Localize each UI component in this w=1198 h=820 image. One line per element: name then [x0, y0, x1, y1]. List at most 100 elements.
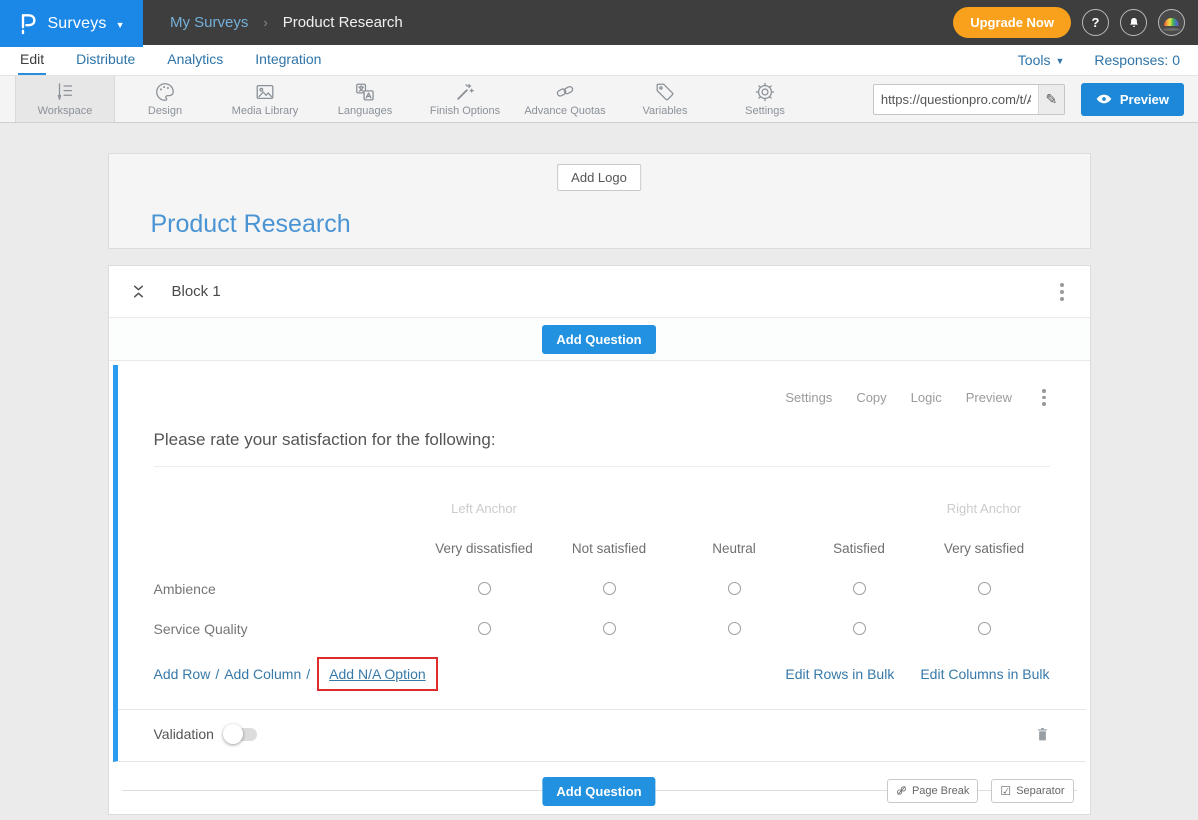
edit-url-pencil-icon[interactable]: ✎ — [1038, 85, 1064, 114]
radio-button[interactable] — [603, 582, 616, 595]
media-image-icon — [254, 81, 276, 103]
radio-button[interactable] — [478, 622, 491, 635]
tag-icon — [654, 81, 676, 103]
toolbar-item-settings[interactable]: Settings — [715, 76, 815, 122]
block-menu-kebab-icon[interactable] — [1056, 279, 1068, 305]
chevron-down-icon: ▼ — [116, 20, 125, 30]
question-logic-link[interactable]: Logic — [911, 390, 942, 405]
question-menu-kebab-icon[interactable] — [1038, 385, 1050, 410]
add-row-link[interactable]: Add Row — [154, 666, 211, 682]
matrix-row-ambience: Ambience — [154, 569, 1050, 609]
block-header: Block 1 — [109, 266, 1090, 318]
separator-button[interactable]: ☑ Separator — [991, 779, 1073, 803]
editor-toolbar: Workspace Design Media Library Languages — [0, 76, 1198, 123]
radio-button[interactable] — [978, 582, 991, 595]
breadcrumb: My Surveys › Product Research — [170, 14, 403, 31]
row-label[interactable]: Ambience — [154, 581, 422, 597]
product-name: Surveys — [47, 15, 106, 33]
question-copy-link[interactable]: Copy — [856, 390, 886, 405]
magic-wand-icon — [454, 81, 476, 103]
design-palette-icon — [154, 81, 176, 103]
add-question-button-top[interactable]: Add Question — [542, 325, 655, 354]
survey-title[interactable]: Product Research — [151, 210, 351, 239]
column-header[interactable]: Very satisfied — [922, 541, 1047, 556]
block-card: Block 1 Add Question Settings Copy Logic… — [108, 265, 1091, 815]
toolbar-item-design[interactable]: Design — [115, 76, 215, 122]
block-title: Block 1 — [172, 283, 221, 300]
gear-icon — [754, 81, 776, 103]
workspace-icon — [54, 81, 76, 103]
question-preview-link[interactable]: Preview — [966, 390, 1012, 405]
preview-button[interactable]: Preview — [1081, 83, 1184, 116]
radio-button[interactable] — [603, 622, 616, 635]
chevron-down-icon: ▼ — [1055, 56, 1064, 66]
column-header[interactable]: Neutral — [672, 541, 797, 556]
edit-rows-in-bulk-link[interactable]: Edit Rows in Bulk — [785, 666, 894, 682]
delete-question-trash-icon[interactable] — [1035, 726, 1050, 743]
top-bar: Surveys ▼ My Surveys › Product Research … — [0, 0, 1198, 45]
add-logo-button[interactable]: Add Logo — [557, 164, 641, 191]
tab-edit[interactable]: Edit — [18, 45, 46, 75]
radio-button[interactable] — [978, 622, 991, 635]
add-na-option-link[interactable]: Add N/A Option — [329, 666, 426, 682]
column-header[interactable]: Not satisfied — [547, 541, 672, 556]
responses-count: Responses: 0 — [1094, 52, 1180, 68]
toolbar-item-advance-quotas[interactable]: Advance Quotas — [515, 76, 615, 122]
survey-url-input[interactable] — [874, 85, 1038, 114]
brand-menu[interactable]: Surveys ▼ — [0, 0, 143, 47]
toolbar-item-workspace[interactable]: Workspace — [15, 76, 115, 122]
toolbar-item-finish-options[interactable]: Finish Options — [415, 76, 515, 122]
column-header[interactable]: Satisfied — [797, 541, 922, 556]
page-break-icon — [896, 785, 907, 796]
tab-analytics[interactable]: Analytics — [165, 45, 225, 75]
validation-label: Validation — [154, 726, 214, 742]
edit-columns-in-bulk-link[interactable]: Edit Columns in Bulk — [920, 666, 1049, 682]
row-label[interactable]: Service Quality — [154, 621, 422, 637]
radio-button[interactable] — [853, 622, 866, 635]
toolbar-item-media-library[interactable]: Media Library — [215, 76, 315, 122]
right-anchor-placeholder[interactable]: Right Anchor — [922, 501, 1047, 516]
page-break-button[interactable]: Page Break — [887, 779, 978, 803]
upgrade-now-button[interactable]: Upgrade Now — [953, 7, 1071, 38]
annotation-red-box: Add N/A Option — [317, 657, 438, 691]
validation-toggle[interactable] — [226, 728, 257, 741]
collapse-block-icon[interactable] — [131, 283, 146, 300]
add-question-button-bottom[interactable]: Add Question — [542, 777, 655, 806]
radio-button[interactable] — [853, 582, 866, 595]
column-header[interactable]: Very dissatisfied — [422, 541, 547, 556]
tab-integration[interactable]: Integration — [253, 45, 323, 75]
bell-icon — [1127, 16, 1141, 30]
notifications-button[interactable] — [1120, 9, 1147, 36]
radio-button[interactable] — [728, 582, 741, 595]
radio-button[interactable] — [478, 582, 491, 595]
matrix-edit-links: Add Row / Add Column / Add N/A Option Ed… — [154, 657, 1050, 691]
question-settings-link[interactable]: Settings — [785, 390, 832, 405]
languages-translate-icon — [354, 81, 376, 103]
add-column-link[interactable]: Add Column — [224, 666, 301, 682]
left-anchor-placeholder[interactable]: Left Anchor — [422, 501, 547, 516]
question-card: Settings Copy Logic Preview Please rate … — [113, 365, 1086, 762]
avatar-image — [1164, 18, 1179, 26]
tab-distribute[interactable]: Distribute — [74, 45, 137, 75]
matrix-row-service-quality: Service Quality — [154, 609, 1050, 649]
survey-url-box: ✎ — [873, 84, 1065, 115]
topbar-actions: Upgrade Now ? — [953, 7, 1198, 38]
breadcrumb-my-surveys[interactable]: My Surveys — [170, 14, 248, 31]
toolbar-item-variables[interactable]: Variables — [615, 76, 715, 122]
matrix-table: Left Anchor Right Anchor Very dissatisfi… — [154, 489, 1050, 649]
help-button[interactable]: ? — [1082, 9, 1109, 36]
user-avatar[interactable] — [1158, 9, 1185, 36]
radio-button[interactable] — [728, 622, 741, 635]
toolbar-item-languages[interactable]: Languages — [315, 76, 415, 122]
breadcrumb-current-survey: Product Research — [283, 14, 403, 31]
chain-link-icon — [554, 81, 576, 103]
survey-nav: Edit Distribute Analytics Integration To… — [0, 45, 1198, 76]
question-actions: Settings Copy Logic Preview — [154, 365, 1050, 410]
question-mark-icon: ? — [1092, 15, 1100, 30]
question-text[interactable]: Please rate your satisfaction for the fo… — [154, 430, 1050, 467]
survey-editor-content: Add Logo Product Research Block 1 Add Qu… — [0, 123, 1198, 815]
add-question-row-top: Add Question — [109, 318, 1090, 361]
tools-dropdown[interactable]: Tools ▼ — [1018, 52, 1065, 68]
validation-row: Validation — [118, 709, 1086, 761]
separator-checkbox-icon: ☑ — [1000, 784, 1011, 798]
